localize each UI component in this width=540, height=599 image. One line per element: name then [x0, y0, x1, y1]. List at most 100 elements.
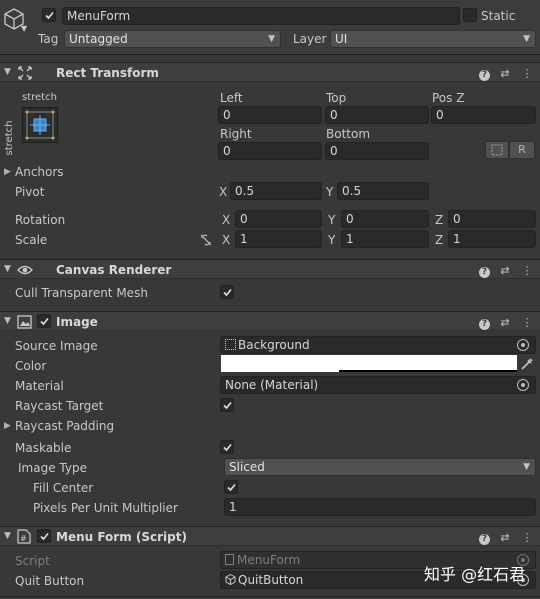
tag-dropdown-value: Untagged — [69, 32, 128, 46]
blueprint-icon — [491, 144, 503, 156]
preset-icon[interactable]: ⇄ — [498, 316, 512, 330]
rotation-x-field[interactable]: 0 — [235, 210, 322, 228]
sprite-icon — [225, 339, 236, 350]
rotation-z-field[interactable]: 0 — [448, 210, 536, 228]
scale-y-field[interactable]: 1 — [341, 230, 429, 248]
checkmark-icon — [227, 483, 236, 492]
rotation-x-label: X — [222, 213, 231, 227]
static-label: Static — [481, 9, 516, 23]
top-field[interactable]: 0 — [325, 106, 429, 124]
canvas-renderer-title: Canvas Renderer — [56, 263, 172, 277]
component-header-icons: ? ⇄ ⋮ — [471, 66, 534, 81]
maskable-checkbox[interactable] — [220, 440, 234, 454]
pivot-x-label: X — [219, 185, 228, 199]
dropdown-arrow-icon: ▼ — [268, 34, 275, 44]
static-checkbox[interactable] — [463, 8, 477, 22]
scale-z-label: Z — [435, 233, 444, 247]
more-menu-icon[interactable]: ⋮ — [520, 316, 534, 330]
object-picker-icon[interactable] — [517, 339, 529, 351]
script-enabled-checkbox[interactable] — [37, 529, 51, 543]
right-label: Right — [220, 127, 252, 141]
help-icon[interactable]: ? — [479, 70, 490, 81]
ppu-multiplier-field[interactable]: 1 — [224, 498, 536, 516]
canvas-renderer-header[interactable]: ▼ Canvas Renderer ? ⇄ ⋮ — [0, 259, 540, 279]
tag-dropdown[interactable]: Untagged ▼ — [64, 30, 281, 48]
image-type-dropdown[interactable]: Sliced ▼ — [224, 458, 536, 476]
more-menu-icon[interactable]: ⋮ — [520, 67, 534, 81]
image-enabled-checkbox[interactable] — [37, 314, 51, 328]
anchors-foldout-arrow-icon[interactable]: ▶ — [4, 167, 11, 177]
left-field[interactable]: 0 — [218, 106, 322, 124]
dropdown-arrow-icon: ▼ — [523, 34, 530, 44]
active-checkbox[interactable] — [42, 8, 56, 22]
alpha-bar — [339, 370, 517, 372]
material-value: None (Material) — [225, 378, 319, 392]
help-icon[interactable]: ? — [479, 319, 490, 330]
more-menu-icon[interactable]: ⋮ — [520, 531, 534, 545]
layer-label: Layer — [293, 32, 327, 46]
constrain-proportions-icon[interactable] — [199, 233, 213, 247]
cull-transparent-mesh-checkbox[interactable] — [220, 285, 234, 299]
scale-x-field[interactable]: 1 — [235, 230, 322, 248]
material-field[interactable]: None (Material) — [220, 376, 536, 394]
rect-transform-title: Rect Transform — [56, 66, 159, 80]
script-label: Script — [15, 554, 50, 568]
pivot-label: Pivot — [15, 185, 45, 199]
preset-icon[interactable]: ⇄ — [498, 67, 512, 81]
material-label: Material — [15, 379, 64, 393]
foldout-arrow-icon[interactable]: ▼ — [4, 531, 11, 541]
rect-transform-header[interactable]: ▼ Rect Transform ? ⇄ ⋮ — [0, 62, 540, 82]
raw-edit-button[interactable]: R — [509, 141, 535, 159]
rotation-y-field[interactable]: 0 — [341, 210, 429, 228]
bottom-field[interactable]: 0 — [325, 142, 429, 160]
checkmark-icon — [40, 532, 49, 541]
help-icon[interactable]: ? — [479, 267, 490, 278]
scale-y-label: Y — [328, 233, 336, 247]
fill-center-checkbox[interactable] — [224, 480, 238, 494]
anchor-stretch-side-label: stretch — [4, 120, 15, 156]
maskable-label: Maskable — [15, 441, 72, 455]
preset-icon[interactable]: ⇄ — [498, 531, 512, 545]
anchors-label[interactable]: Anchors — [15, 164, 64, 180]
gameobject-name-input[interactable]: MenuForm — [62, 7, 460, 25]
more-menu-icon[interactable]: ⋮ — [520, 264, 534, 278]
source-image-field[interactable]: Background — [220, 336, 536, 354]
color-swatch[interactable] — [221, 355, 517, 372]
checkmark-icon — [40, 317, 49, 326]
image-header[interactable]: ▼ Image ? ⇄ ⋮ — [0, 311, 540, 331]
bottom-divider — [0, 596, 540, 597]
anchor-presets-button[interactable] — [22, 107, 58, 143]
scale-z-field[interactable]: 1 — [448, 230, 536, 248]
source-image-label: Source Image — [15, 339, 98, 353]
blueprint-mode-button[interactable] — [485, 141, 509, 159]
preset-icon[interactable]: ⇄ — [498, 264, 512, 278]
component-header-icons: ? ⇄ ⋮ — [471, 315, 534, 330]
scale-label: Scale — [15, 233, 48, 247]
pivot-x-field[interactable]: 0.5 — [230, 182, 322, 200]
raycast-padding-foldout-icon[interactable]: ▶ — [4, 421, 11, 431]
script-file-icon — [225, 554, 234, 565]
posz-field[interactable]: 0 — [431, 106, 536, 124]
help-icon[interactable]: ? — [479, 534, 490, 545]
image-component-icon — [17, 315, 32, 329]
scale-x-label: X — [222, 233, 231, 247]
foldout-arrow-icon[interactable]: ▼ — [4, 67, 11, 77]
ppu-multiplier-label: Pixels Per Unit Multiplier — [33, 501, 178, 515]
raycast-padding-label[interactable]: Raycast Padding — [15, 418, 114, 434]
eyedropper-icon[interactable] — [520, 357, 534, 371]
rotation-z-label: Z — [435, 213, 444, 227]
object-picker-icon[interactable] — [517, 379, 529, 391]
checkmark-icon — [223, 288, 232, 297]
foldout-arrow-icon[interactable]: ▼ — [4, 316, 11, 326]
quit-button-label: Quit Button — [15, 574, 85, 588]
chevron-down-icon[interactable]: ▼ — [21, 24, 27, 33]
pivot-y-field[interactable]: 0.5 — [337, 182, 429, 200]
quit-button-value: QuitButton — [238, 573, 304, 587]
menu-form-script-header[interactable]: ▼ # Menu Form (Script) ? ⇄ ⋮ — [0, 526, 540, 546]
left-label: Left — [220, 91, 243, 105]
rotation-label: Rotation — [15, 213, 66, 227]
right-field[interactable]: 0 — [218, 142, 322, 160]
layer-dropdown[interactable]: UI ▼ — [330, 30, 536, 48]
foldout-arrow-icon[interactable]: ▼ — [4, 264, 11, 274]
raycast-target-checkbox[interactable] — [220, 398, 234, 412]
